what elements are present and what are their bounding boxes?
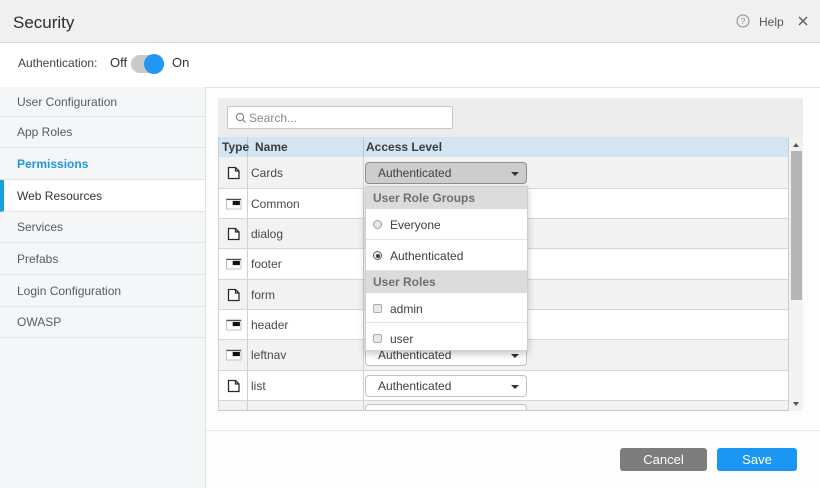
- svg-text:?: ?: [741, 16, 746, 26]
